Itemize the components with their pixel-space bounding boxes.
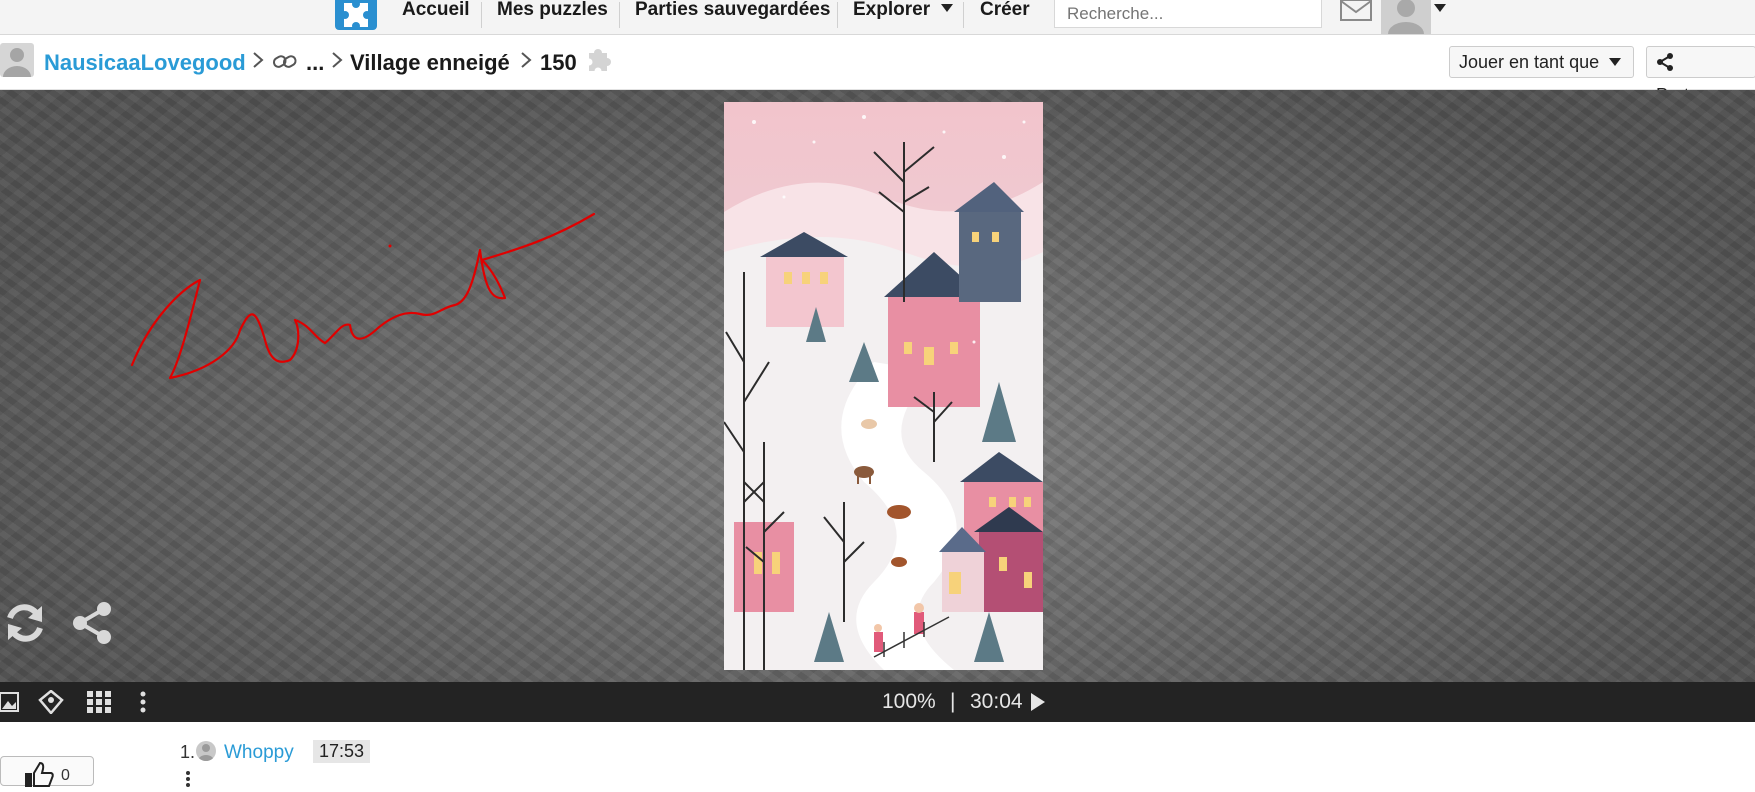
breadcrumb-collection[interactable]: ... [306,50,324,76]
more-vertical-icon[interactable] [185,770,191,788]
search-input[interactable] [1054,0,1322,28]
breadcrumb: NausicaaLovegood ... Village enneigé 150… [0,35,1755,105]
scribble-drawing [130,212,596,380]
status-separator: | [950,690,956,713]
grid-icon[interactable] [86,690,112,714]
share-icon[interactable] [70,600,116,646]
leaderboard-time: 17:53 [313,740,371,763]
nav-divider [837,2,838,28]
palette-icon[interactable] [38,689,64,715]
breadcrumb-user-link[interactable]: NausicaaLovegood [44,50,246,76]
play-as-label: Jouer en tant que [1459,52,1600,72]
nav-divider [619,2,620,28]
mail-icon[interactable] [1340,0,1372,22]
nav-mes-puzzles[interactable]: Mes puzzles [497,0,608,24]
puzzle-image[interactable] [724,102,1043,670]
nav-accueil[interactable]: Accueil [402,0,470,24]
account-menu-caret-icon[interactable] [1434,4,1446,12]
top-navigation: Accueil Mes puzzles Parties sauvegardées… [0,0,1755,35]
share-icon [1656,50,1674,80]
user-avatar-icon[interactable] [1381,0,1431,34]
leaderboard: 0 1. Whoppy 17:53 [0,722,1755,788]
nav-creer[interactable]: Créer [980,0,1030,24]
chevron-down-icon [941,4,954,12]
zoom-level: 100% [882,690,936,713]
link-icon[interactable] [272,52,298,78]
thumbs-up-icon [23,761,55,792]
nav-explorer-label: Explorer [853,0,931,20]
image-icon[interactable] [0,690,26,714]
page-title: Village enneigé [350,50,510,75]
play-icon[interactable] [1030,692,1046,712]
avatar[interactable] [0,43,34,77]
chevron-down-icon [1609,58,1622,66]
chevron-right-icon [330,49,344,77]
nav-parties-sauvegardees[interactable]: Parties sauvegardées [635,0,830,24]
puzzle-piece-icon [583,45,615,83]
share-button[interactable]: Partager [1646,46,1755,105]
more-vertical-icon[interactable] [136,690,150,714]
nav-divider [481,2,482,28]
refresh-icon[interactable] [2,600,48,646]
nav-explorer[interactable]: Explorer [853,0,954,24]
like-button[interactable]: 0 [0,756,94,787]
timer: 30:04 [970,690,1023,713]
play-as-dropdown[interactable]: Jouer en tant que [1449,46,1634,78]
chevron-right-icon [251,49,265,77]
like-count: 0 [61,767,70,784]
puzzle-toolbar: 100% | 30:04 [0,682,1755,722]
chevron-right-icon [519,49,533,77]
puzzle-logo-icon[interactable] [335,0,377,30]
nav-divider [963,2,964,28]
leaderboard-user-link[interactable]: Whoppy [224,742,294,764]
puzzle-board[interactable] [0,90,1755,682]
leaderboard-rank: 1. [180,742,196,762]
avatar[interactable] [196,741,216,761]
piece-count: 150 [540,50,577,75]
